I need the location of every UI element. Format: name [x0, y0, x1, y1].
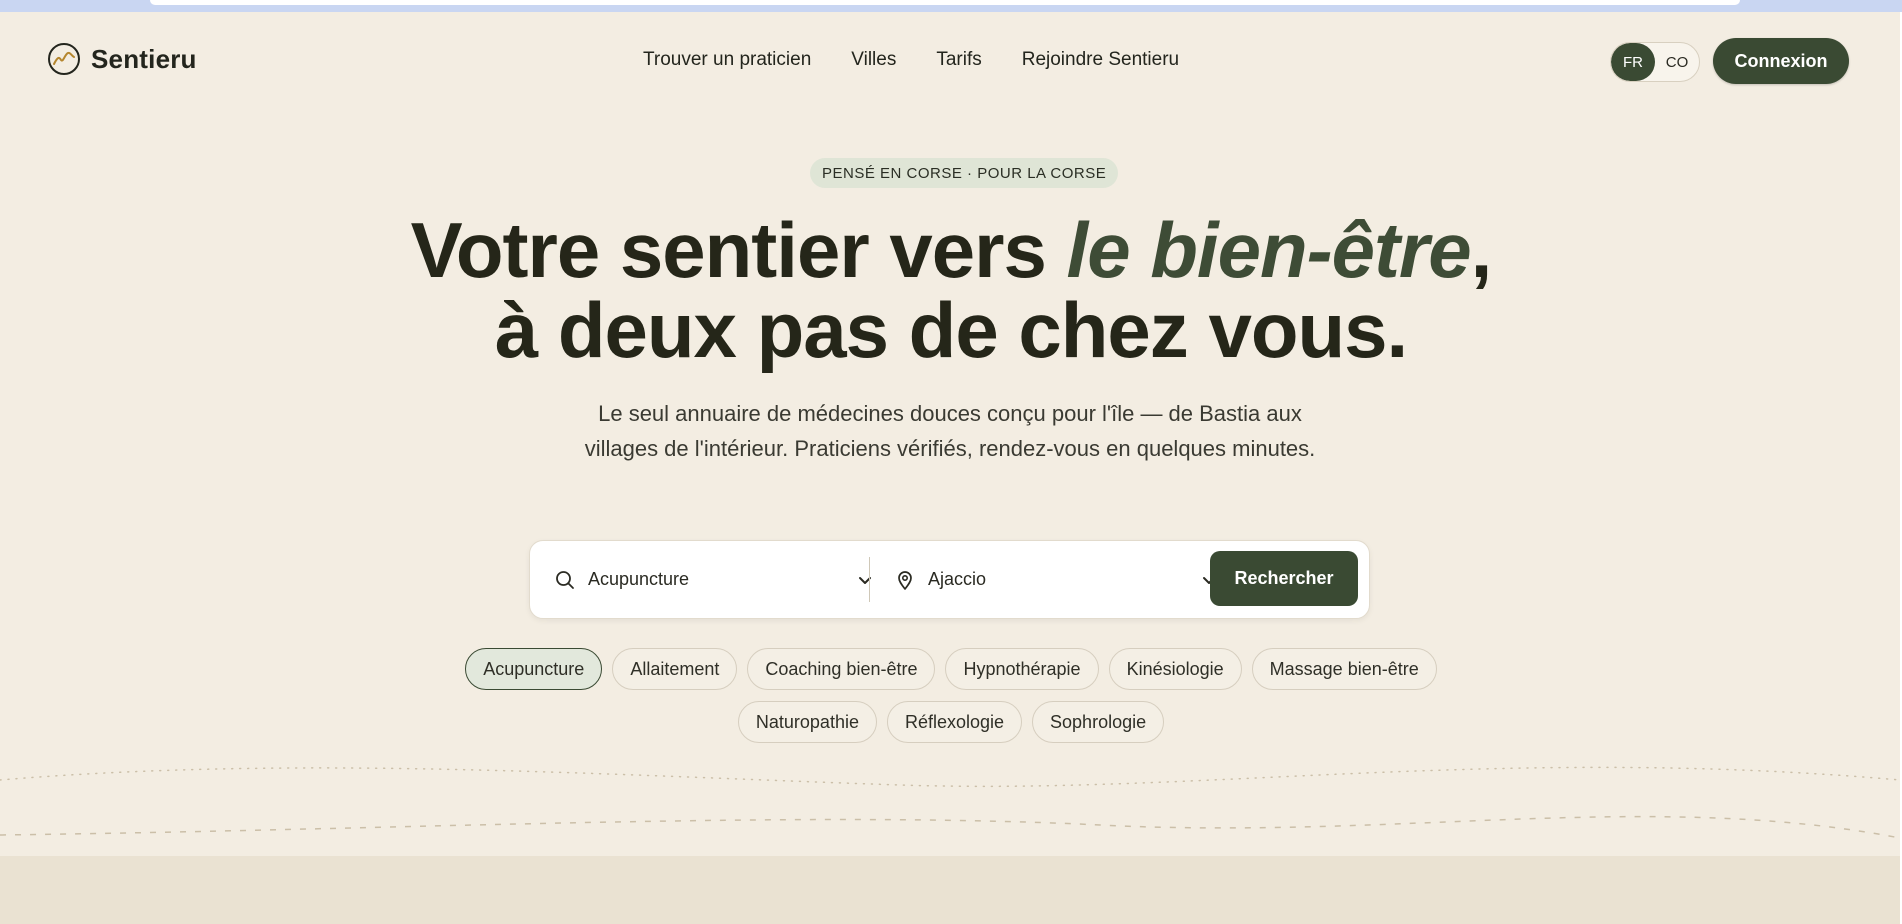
search-button[interactable]: Rechercher [1210, 551, 1358, 606]
chip-sophrologie[interactable]: Sophrologie [1032, 701, 1165, 743]
decorative-trail-lines [0, 766, 1901, 839]
chevron-down-icon [859, 576, 871, 584]
city-value: Ajaccio [928, 569, 987, 589]
hero-title: Votre sentier vers le bien-être, à deux … [0, 210, 1902, 370]
chip-reflexologie[interactable]: Réflexologie [886, 701, 1023, 743]
site-header: Sentieru Trouver un praticien Villes Tar… [0, 12, 1900, 108]
browser-top-strip [0, 0, 1902, 12]
specialty-value: Acupuncture [588, 569, 690, 589]
nav-tarifs[interactable]: Tarifs [936, 49, 981, 71]
chip-massage[interactable]: Massage bien-être [1251, 648, 1437, 690]
main-nav: Trouver un praticien Villes Tarifs Rejoi… [643, 49, 1179, 71]
chips-row-2: Naturopathie Réflexologie Sophrologie [0, 701, 1902, 743]
search-icon [556, 570, 574, 589]
chips-row-1: Acupuncture Allaitement Coaching bien-êt… [0, 648, 1902, 690]
sentier-logo-icon [48, 43, 80, 75]
hero-title-part1: Votre sentier vers [410, 206, 1067, 294]
lang-co-button[interactable]: CO [1655, 43, 1699, 81]
language-switcher: FR CO [1610, 42, 1700, 82]
logo-text: Sentieru [91, 43, 197, 74]
chip-kinesiologie[interactable]: Kinésiologie [1108, 648, 1242, 690]
search-divider [869, 557, 870, 602]
nav-rejoindre[interactable]: Rejoindre Sentieru [1022, 49, 1179, 71]
connexion-button[interactable]: Connexion [1713, 38, 1849, 84]
chip-coaching[interactable]: Coaching bien-être [747, 648, 936, 690]
logo[interactable]: Sentieru [47, 42, 197, 76]
map-pin-icon [898, 570, 912, 590]
search-bar: Acupuncture Ajaccio Rechercher [529, 540, 1370, 619]
chip-acupuncture[interactable]: Acupuncture [465, 648, 603, 690]
lang-fr-button[interactable]: FR [1611, 43, 1655, 81]
nav-trouver-praticien[interactable]: Trouver un praticien [643, 49, 811, 71]
chip-allaitement[interactable]: Allaitement [612, 648, 738, 690]
hero-title-accent: le bien-être [1066, 206, 1472, 294]
specialty-select[interactable]: Acupuncture [554, 541, 874, 618]
next-section-band [0, 856, 1900, 924]
chip-naturopathie[interactable]: Naturopathie [737, 701, 877, 743]
city-select[interactable]: Ajaccio [894, 541, 1238, 618]
specialty-chips: Acupuncture Allaitement Coaching bien-êt… [0, 648, 1902, 754]
hero-title-part2: , [1470, 206, 1493, 294]
hero-badge: PENSÉ EN CORSE · POUR LA CORSE [810, 158, 1119, 188]
hero-subtitle: Le seul annuaire de médecines douces con… [584, 401, 1316, 461]
browser-address-edge [150, 0, 1740, 5]
nav-villes[interactable]: Villes [851, 49, 896, 71]
hero-title-line2: à deux pas de chez vous. [494, 286, 1408, 374]
chip-hypnotherapie[interactable]: Hypnothérapie [945, 648, 1099, 690]
